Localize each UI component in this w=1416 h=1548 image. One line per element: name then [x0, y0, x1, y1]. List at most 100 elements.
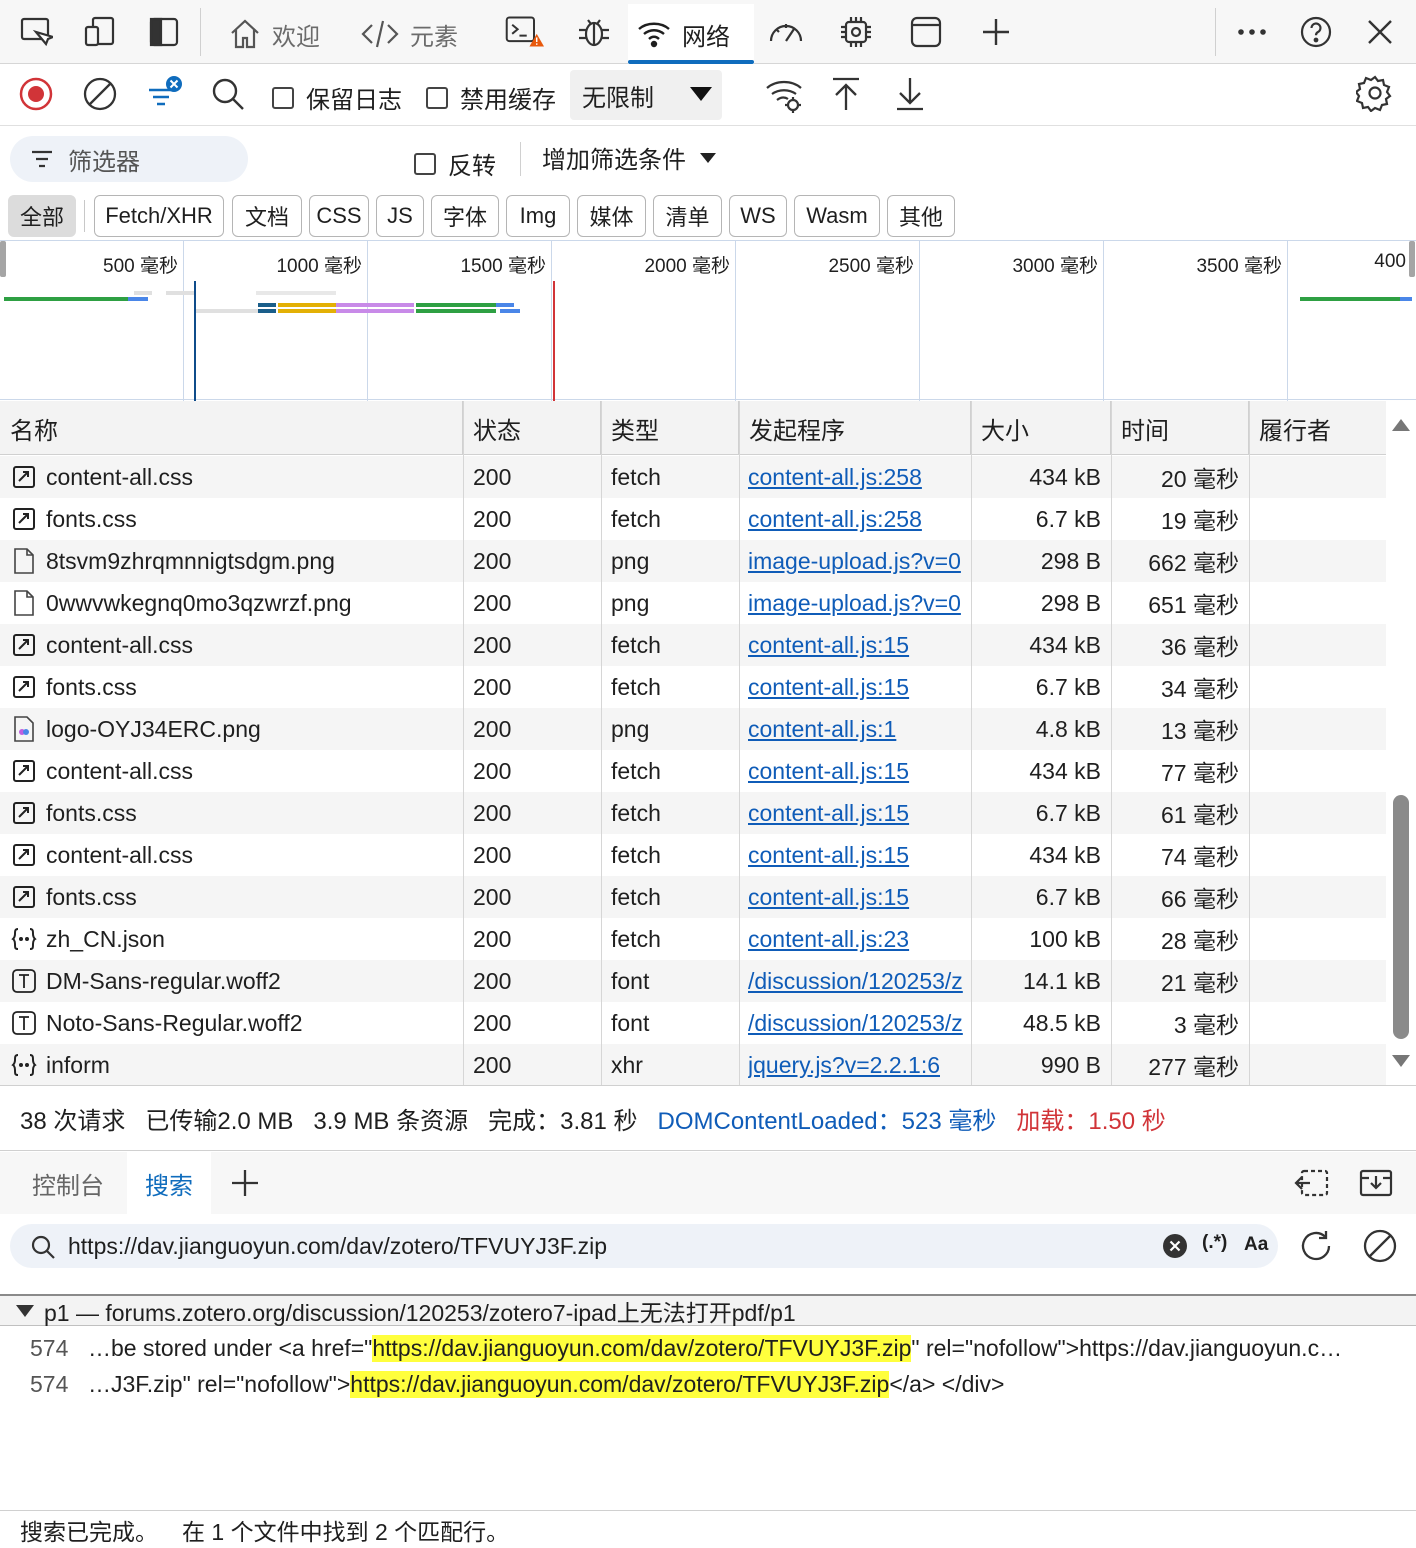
- minimize-drawer-icon[interactable]: [1358, 1168, 1394, 1198]
- help-icon[interactable]: [1296, 12, 1336, 52]
- scroll-up-arrow-icon[interactable]: [1392, 419, 1410, 431]
- overview-right-handle[interactable]: [1409, 241, 1415, 277]
- initiator-link[interactable]: content-all.js:258: [748, 456, 970, 498]
- table-row[interactable]: 0wwvwkegnq0mo3qzwrzf.png 200 png image-uplo…: [0, 582, 1386, 624]
- type-filter-other[interactable]: 其他: [887, 195, 955, 237]
- filter-input[interactable]: 筛选器: [10, 136, 248, 182]
- checkbox-box[interactable]: [272, 86, 294, 109]
- column-header-initiator[interactable]: 发起程序: [739, 401, 971, 455]
- table-row[interactable]: fonts.css 200 fetch content-all.js:15 6.7 kB…: [0, 666, 1386, 708]
- inspect-element-icon[interactable]: [16, 12, 56, 52]
- initiator-link[interactable]: /discussion/120253/z: [748, 1002, 970, 1044]
- dock-drawer-icon[interactable]: [1294, 1168, 1330, 1198]
- table-row[interactable]: Noto-Sans-Regular.woff2 200 font/discussio…: [0, 1002, 1386, 1044]
- search-result-line[interactable]: 574 …J3F.zip" rel="nofollow"> https://dav…: [0, 1366, 1416, 1402]
- checkbox-box[interactable]: [414, 152, 436, 175]
- table-row[interactable]: inform 200 xhr jquery.js?v=2.2.1:6 990 B 277 …: [0, 1044, 1386, 1086]
- refresh-icon[interactable]: [1298, 1228, 1334, 1264]
- type-filter-fetch-xhr[interactable]: Fetch/XHR: [94, 195, 224, 237]
- search-input[interactable]: https://dav.jianguoyun.com/dav/zotero/TF…: [10, 1224, 1278, 1268]
- initiator-link[interactable]: content-all.js:15: [748, 624, 970, 666]
- bug-icon[interactable]: [574, 12, 614, 52]
- table-row[interactable]: content-all.css 200 fetch content-all.js:15…: [0, 834, 1386, 876]
- search-result-file-header[interactable]: p1 — forums.zotero.org/discussion/120253…: [0, 1294, 1416, 1326]
- type-filter-js[interactable]: JS: [376, 195, 424, 237]
- console-warning-icon[interactable]: [504, 12, 544, 52]
- regex-toggle[interactable]: (.*): [1202, 1232, 1227, 1254]
- column-header-name[interactable]: 名称: [0, 401, 463, 455]
- scrollbar-thumb[interactable]: [1393, 795, 1409, 1039]
- add-drawer-tab-icon[interactable]: [230, 1168, 260, 1198]
- table-row[interactable]: logo-OYJ34ERC.png 200 png content-all.js:1 4…: [0, 708, 1386, 750]
- type-filter-font[interactable]: 字体: [431, 195, 499, 237]
- type-filter-manifest[interactable]: 清单: [653, 195, 722, 237]
- record-icon[interactable]: [18, 76, 54, 112]
- request-name[interactable]: logo-OYJ34ERC.png: [46, 708, 458, 750]
- table-row[interactable]: content-all.css 200 fetch content-all.js:15…: [0, 624, 1386, 666]
- initiator-link[interactable]: content-all.js:15: [748, 834, 970, 876]
- network-conditions-icon[interactable]: [764, 76, 804, 114]
- table-row[interactable]: 8tsvm9zhrqmnnigtsdgm.png 200 png image-uplo…: [0, 540, 1386, 582]
- table-row[interactable]: fonts.css 200 fetch content-all.js:258 6.7 k…: [0, 498, 1386, 540]
- initiator-link[interactable]: content-all.js:15: [748, 876, 970, 918]
- table-row[interactable]: fonts.css 200 fetch content-all.js:15 6.7 kB…: [0, 792, 1386, 834]
- initiator-link[interactable]: image-upload.js?v=0: [748, 582, 970, 624]
- memory-chip-icon[interactable]: [836, 12, 876, 52]
- column-header-time[interactable]: 时间: [1111, 401, 1249, 455]
- preserve-log-checkbox[interactable]: 保留日志: [272, 80, 402, 115]
- request-name[interactable]: 8tsvm9zhrqmnnigtsdgm.png: [46, 540, 458, 582]
- expand-triangle-icon[interactable]: [16, 1305, 34, 1317]
- table-row[interactable]: zh_CN.json 200 fetch content-all.js:23 100 k…: [0, 918, 1386, 960]
- export-har-icon[interactable]: [894, 76, 926, 112]
- column-header-fulfilled-by[interactable]: 履行者: [1249, 401, 1386, 455]
- dock-side-icon[interactable]: [144, 12, 184, 52]
- clear-search-results-icon[interactable]: [1362, 1228, 1398, 1264]
- type-filter-media[interactable]: 媒体: [577, 195, 646, 237]
- request-name[interactable]: content-all.css: [46, 750, 458, 792]
- checkbox-box[interactable]: [426, 86, 448, 109]
- initiator-link[interactable]: content-all.js:15: [748, 666, 970, 708]
- application-icon[interactable]: [906, 12, 946, 52]
- throttling-select[interactable]: 无限制: [570, 70, 722, 120]
- drawer-tab-console[interactable]: 控制台: [14, 1152, 122, 1214]
- import-har-icon[interactable]: [830, 76, 862, 112]
- type-filter-img[interactable]: Img: [506, 195, 570, 237]
- request-name[interactable]: fonts.css: [46, 666, 458, 708]
- initiator-link[interactable]: /discussion/120253/z: [748, 960, 970, 1002]
- request-name[interactable]: zh_CN.json: [46, 918, 458, 960]
- initiator-link[interactable]: content-all.js:258: [748, 498, 970, 540]
- request-name[interactable]: content-all.css: [46, 834, 458, 876]
- clear-icon[interactable]: [82, 76, 118, 112]
- request-name[interactable]: inform: [46, 1044, 458, 1086]
- initiator-link[interactable]: jquery.js?v=2.2.1:6: [748, 1044, 970, 1086]
- request-name[interactable]: fonts.css: [46, 498, 458, 540]
- tab-elements[interactable]: 元素: [352, 4, 466, 64]
- device-emulation-icon[interactable]: [80, 12, 120, 52]
- more-filters-dropdown[interactable]: 增加筛选条件: [542, 140, 716, 175]
- performance-icon[interactable]: [766, 12, 806, 52]
- search-result-line[interactable]: 574 …be stored under <a href=" https://da…: [0, 1330, 1416, 1366]
- tab-welcome[interactable]: 欢迎: [220, 4, 328, 64]
- match-case-toggle[interactable]: Aa: [1244, 1234, 1268, 1256]
- initiator-link[interactable]: content-all.js:15: [748, 792, 970, 834]
- invert-checkbox[interactable]: 反转: [414, 146, 496, 181]
- initiator-link[interactable]: content-all.js:1: [748, 708, 970, 750]
- filter-active-icon[interactable]: [146, 74, 186, 114]
- column-header-status[interactable]: 状态: [463, 401, 601, 455]
- disable-cache-checkbox[interactable]: 禁用缓存: [426, 80, 556, 115]
- search-icon[interactable]: [210, 76, 246, 112]
- request-name[interactable]: DM-Sans-regular.woff2: [46, 960, 458, 1002]
- overview-left-handle[interactable]: [0, 241, 6, 277]
- table-row[interactable]: content-all.css 200 fetch content-all.js:15…: [0, 750, 1386, 792]
- column-header-size[interactable]: 大小: [971, 401, 1111, 455]
- clear-search-icon[interactable]: [1162, 1233, 1188, 1259]
- drawer-tab-search[interactable]: 搜索: [127, 1152, 211, 1214]
- column-header-type[interactable]: 类型: [601, 401, 739, 455]
- scroll-down-arrow-icon[interactable]: [1392, 1055, 1410, 1067]
- settings-gear-icon[interactable]: [1356, 74, 1394, 112]
- close-icon[interactable]: [1360, 12, 1400, 52]
- type-filter-all[interactable]: 全部: [8, 195, 76, 237]
- table-row[interactable]: content-all.css 200 fetch content-all.js:25…: [0, 456, 1386, 498]
- request-name[interactable]: content-all.css: [46, 624, 458, 666]
- tab-network[interactable]: 网络: [628, 4, 754, 64]
